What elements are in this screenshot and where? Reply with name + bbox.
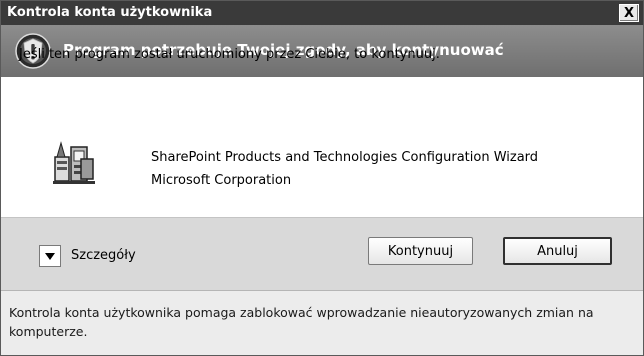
window-title: Kontrola konta użytkownika [7,5,213,20]
details-label[interactable]: Szczegóły [71,248,136,263]
installer-icon [53,141,95,184]
close-button[interactable]: X [619,4,639,22]
chevron-down-icon [45,252,55,260]
program-name: SharePoint Products and Technologies Con… [151,150,539,165]
footer: Kontrola konta użytkownika pomaga zablok… [1,290,643,355]
close-icon: X [623,5,635,21]
title-bar[interactable]: Kontrola konta użytkownika X [1,1,643,25]
cancel-button[interactable]: Anuluj [503,237,612,265]
button-bar: Szczegóły Kontynuuj Anuluj [1,217,643,290]
program-publisher: Microsoft Corporation [151,173,292,188]
continue-button[interactable]: Kontynuuj [368,237,473,265]
footer-note: Kontrola konta użytkownika pomaga zablok… [9,305,594,339]
intro-text: Jeśli ten program został uruchomiony prz… [19,47,440,62]
details-toggle-button[interactable] [39,245,61,267]
uac-dialog: Kontrola konta użytkownika X Program pot… [0,0,644,356]
content-area [1,77,643,217]
